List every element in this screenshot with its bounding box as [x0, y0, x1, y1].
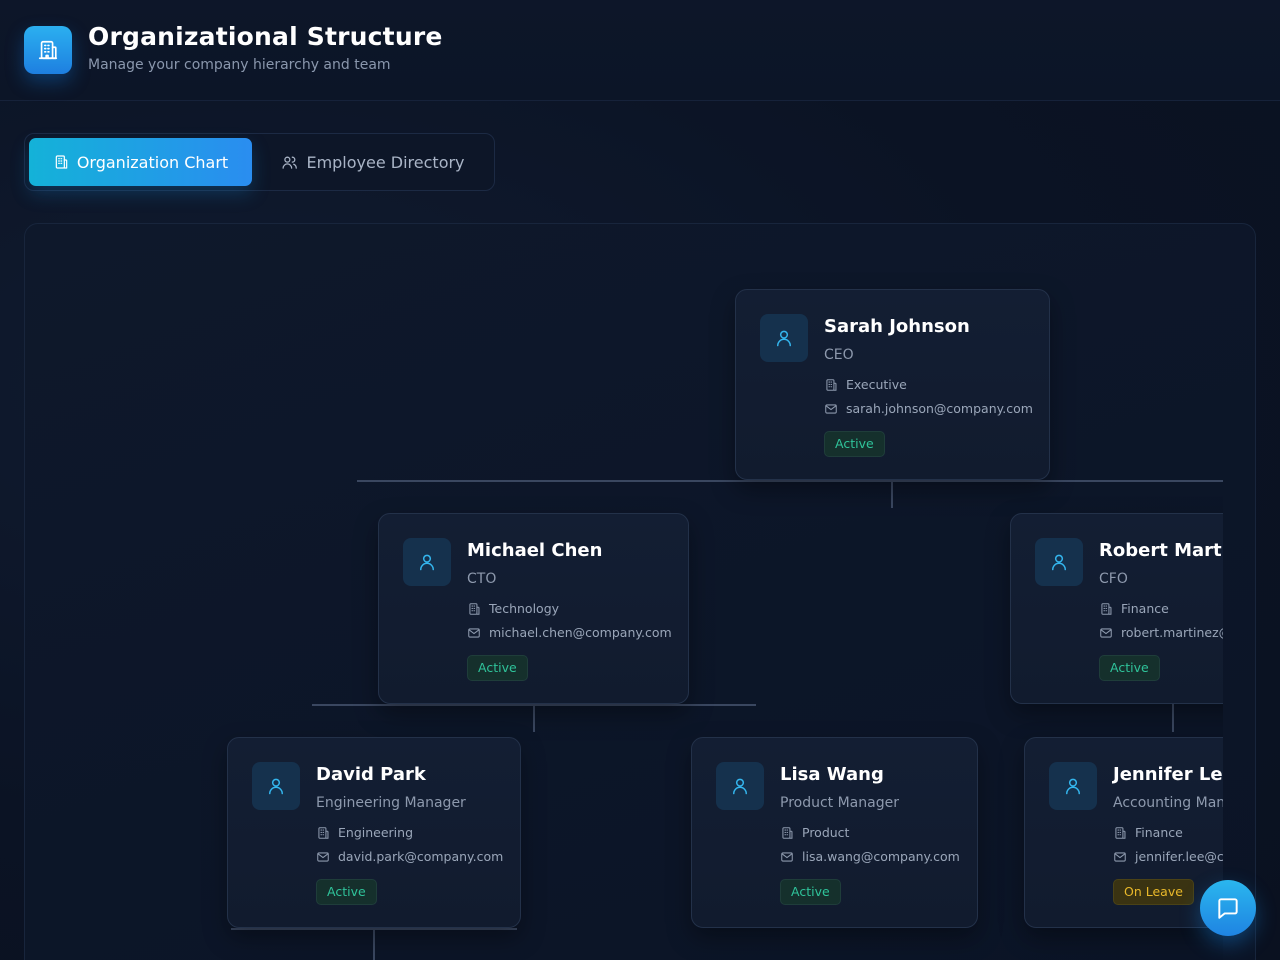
building-icon	[1115, 826, 1126, 839]
users-icon	[282, 156, 298, 169]
status-badge: On Leave	[1113, 879, 1194, 905]
employee-name: Sarah Johnson	[824, 316, 970, 337]
mail-icon	[825, 403, 837, 414]
employee-email[interactable]: michael.chen@company.com	[467, 625, 672, 640]
connector-line	[891, 482, 893, 508]
user-icon	[403, 538, 451, 586]
tab-label: Organization Chart	[76, 152, 229, 172]
building-icon	[55, 155, 68, 169]
email-text: david.park@company.com	[338, 849, 504, 864]
employee-email[interactable]: david.park@company.com	[316, 849, 503, 864]
connector-line	[357, 480, 1223, 482]
connector-line	[373, 930, 375, 960]
employee-department: Executive	[824, 377, 907, 392]
user-icon	[716, 762, 764, 810]
department-label: Technology	[489, 601, 560, 616]
tab-employee-directory[interactable]: Employee Directory	[257, 138, 489, 186]
building-icon	[469, 602, 480, 615]
employee-department: Product	[780, 825, 849, 840]
employee-department: Finance	[1113, 825, 1183, 840]
employee-card[interactable]: Lisa Wang Product Manager Product lisa.w…	[691, 737, 978, 928]
department-label: Finance	[1135, 825, 1183, 840]
employee-name: Michael Chen	[467, 540, 603, 561]
employee-role: Accounting Manager	[1113, 795, 1223, 811]
employee-role: CEO	[824, 347, 854, 363]
department-label: Executive	[846, 377, 907, 392]
user-icon	[760, 314, 808, 362]
employee-card[interactable]: Robert Martinez CFO Finance robert.marti…	[1010, 513, 1223, 704]
mail-icon	[468, 627, 480, 638]
employee-name: Robert Martinez	[1099, 540, 1223, 561]
building-icon	[24, 26, 72, 74]
status-badge: Active	[780, 879, 841, 905]
mail-icon	[1114, 851, 1126, 862]
status-badge: Active	[824, 431, 885, 457]
department-label: Product	[802, 825, 850, 840]
email-text: robert.martinez@company.com	[1121, 625, 1223, 640]
building-icon	[826, 378, 837, 391]
email-text: sarah.johnson@company.com	[846, 401, 1033, 416]
employee-role: Engineering Manager	[316, 795, 466, 811]
department-label: Engineering	[338, 825, 413, 840]
employee-role: Product Manager	[780, 795, 899, 811]
user-icon	[252, 762, 300, 810]
employee-card[interactable]: Michael Chen CTO Technology michael.chen…	[378, 513, 689, 704]
page-title: Organizational Structure	[88, 22, 443, 51]
status-badge: Active	[316, 879, 377, 905]
employee-name: Lisa Wang	[780, 764, 884, 785]
page-subtitle: Manage your company hierarchy and team	[88, 57, 391, 73]
status-badge: Active	[467, 655, 528, 681]
mail-icon	[1100, 627, 1112, 638]
employee-name: David Park	[316, 764, 426, 785]
email-text: lisa.wang@company.com	[802, 849, 960, 864]
user-icon	[1035, 538, 1083, 586]
building-icon	[318, 826, 329, 839]
page-header: Organizational Structure Manage your com…	[0, 0, 1280, 101]
employee-email[interactable]: sarah.johnson@company.com	[824, 401, 1033, 416]
employee-email[interactable]: lisa.wang@company.com	[780, 849, 960, 864]
employee-email[interactable]: robert.martinez@company.com	[1099, 625, 1223, 640]
tab-label: Employee Directory	[306, 152, 465, 172]
email-text: michael.chen@company.com	[489, 625, 672, 640]
org-chart-canvas: Sarah Johnson CEO Executive sarah.johnso…	[25, 224, 1223, 960]
employee-name: Jennifer Lee	[1113, 764, 1223, 785]
employee-department: Finance	[1099, 601, 1169, 616]
view-tabs: Organization Chart Employee Directory	[24, 133, 495, 191]
connector-line	[533, 706, 535, 732]
status-badge: Active	[1099, 655, 1160, 681]
chat-icon	[1218, 898, 1238, 919]
building-icon	[782, 826, 793, 839]
mail-icon	[317, 851, 329, 862]
tab-organization-chart[interactable]: Organization Chart	[29, 138, 252, 186]
email-text: jennifer.lee@company.com	[1135, 849, 1223, 864]
department-label: Finance	[1121, 601, 1169, 616]
employee-department: Technology	[467, 601, 559, 616]
connector-line	[1172, 704, 1174, 732]
chat-button[interactable]	[1200, 880, 1256, 936]
employee-role: CTO	[467, 571, 497, 587]
mail-icon	[781, 851, 793, 862]
employee-card[interactable]: Sarah Johnson CEO Executive sarah.johnso…	[735, 289, 1050, 480]
employee-email[interactable]: jennifer.lee@company.com	[1113, 849, 1223, 864]
building-icon	[1101, 602, 1112, 615]
employee-card[interactable]: Jennifer Lee Accounting Manager Finance …	[1024, 737, 1223, 928]
user-icon	[1049, 762, 1097, 810]
employee-card[interactable]: David Park Engineering Manager Engineeri…	[227, 737, 521, 928]
employee-department: Engineering	[316, 825, 413, 840]
employee-role: CFO	[1099, 571, 1128, 587]
